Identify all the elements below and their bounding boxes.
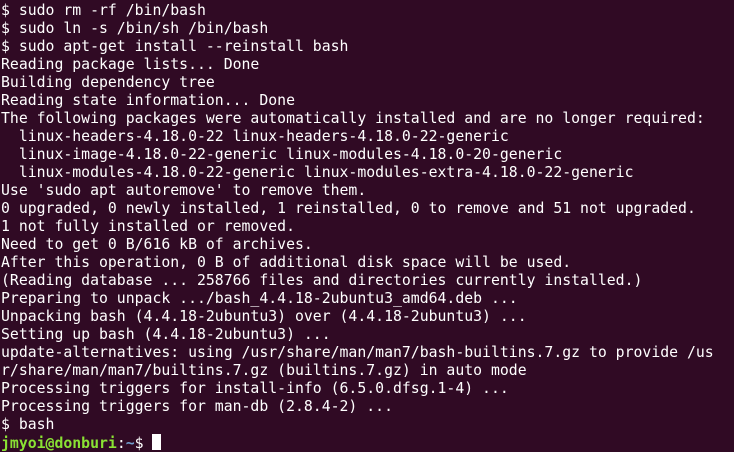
terminal-line: Need to get 0 B/616 kB of archives. (1, 236, 313, 253)
terminal-line: $ sudo rm -rf /bin/bash (1, 2, 206, 19)
terminal-line: r/share/man/man7/builtins.7.gz (builtins… (1, 362, 527, 379)
shell-prompt[interactable]: jmyoi@donburi:~$ (1, 434, 734, 452)
terminal-line: $ sudo ln -s /bin/sh /bin/bash (1, 20, 269, 37)
terminal-line: (Reading database ... 258766 files and d… (1, 272, 643, 289)
terminal-line: The following packages were automaticall… (1, 110, 705, 127)
terminal-line: Processing triggers for man-db (2.8.4-2)… (1, 398, 393, 415)
terminal-line: Building dependency tree (1, 74, 215, 91)
terminal-line: 1 not fully installed or removed. (1, 218, 295, 235)
terminal-line: update-alternatives: using /usr/share/ma… (1, 344, 714, 361)
terminal-line: linux-image-4.18.0-22-generic linux-modu… (1, 146, 563, 163)
terminal-line: Setting up bash (4.4.18-2ubuntu3) ... (1, 326, 331, 343)
terminal-line: After this operation, 0 B of additional … (1, 254, 572, 271)
terminal-window[interactable]: $ sudo rm -rf /bin/bash $ sudo ln -s /bi… (0, 0, 734, 452)
terminal-line: linux-headers-4.18.0-22 linux-headers-4.… (1, 128, 509, 145)
terminal-line: Unpacking bash (4.4.18-2ubuntu3) over (4… (1, 308, 527, 325)
terminal-line: Reading state information... Done (1, 92, 295, 109)
terminal-line: Use 'sudo apt autoremove' to remove them… (1, 182, 367, 199)
terminal-line: Preparing to unpack .../bash_4.4.18-2ubu… (1, 290, 518, 307)
terminal-line: linux-modules-4.18.0-22-generic linux-mo… (1, 164, 634, 181)
prompt-separator: : (116, 435, 126, 452)
terminal-line: Processing triggers for install-info (6.… (1, 380, 509, 397)
terminal-line: Reading package lists... Done (1, 56, 260, 73)
prompt-user-host: jmyoi@donburi (1, 435, 117, 452)
terminal-line: 0 upgraded, 0 newly installed, 1 reinsta… (1, 200, 696, 217)
terminal-line: $ sudo apt-get install --reinstall bash (1, 38, 349, 55)
text-cursor[interactable] (152, 434, 162, 450)
prompt-path: ~ (125, 435, 135, 452)
prompt-symbol: $ (134, 435, 153, 452)
terminal-line: $ bash (1, 416, 55, 433)
